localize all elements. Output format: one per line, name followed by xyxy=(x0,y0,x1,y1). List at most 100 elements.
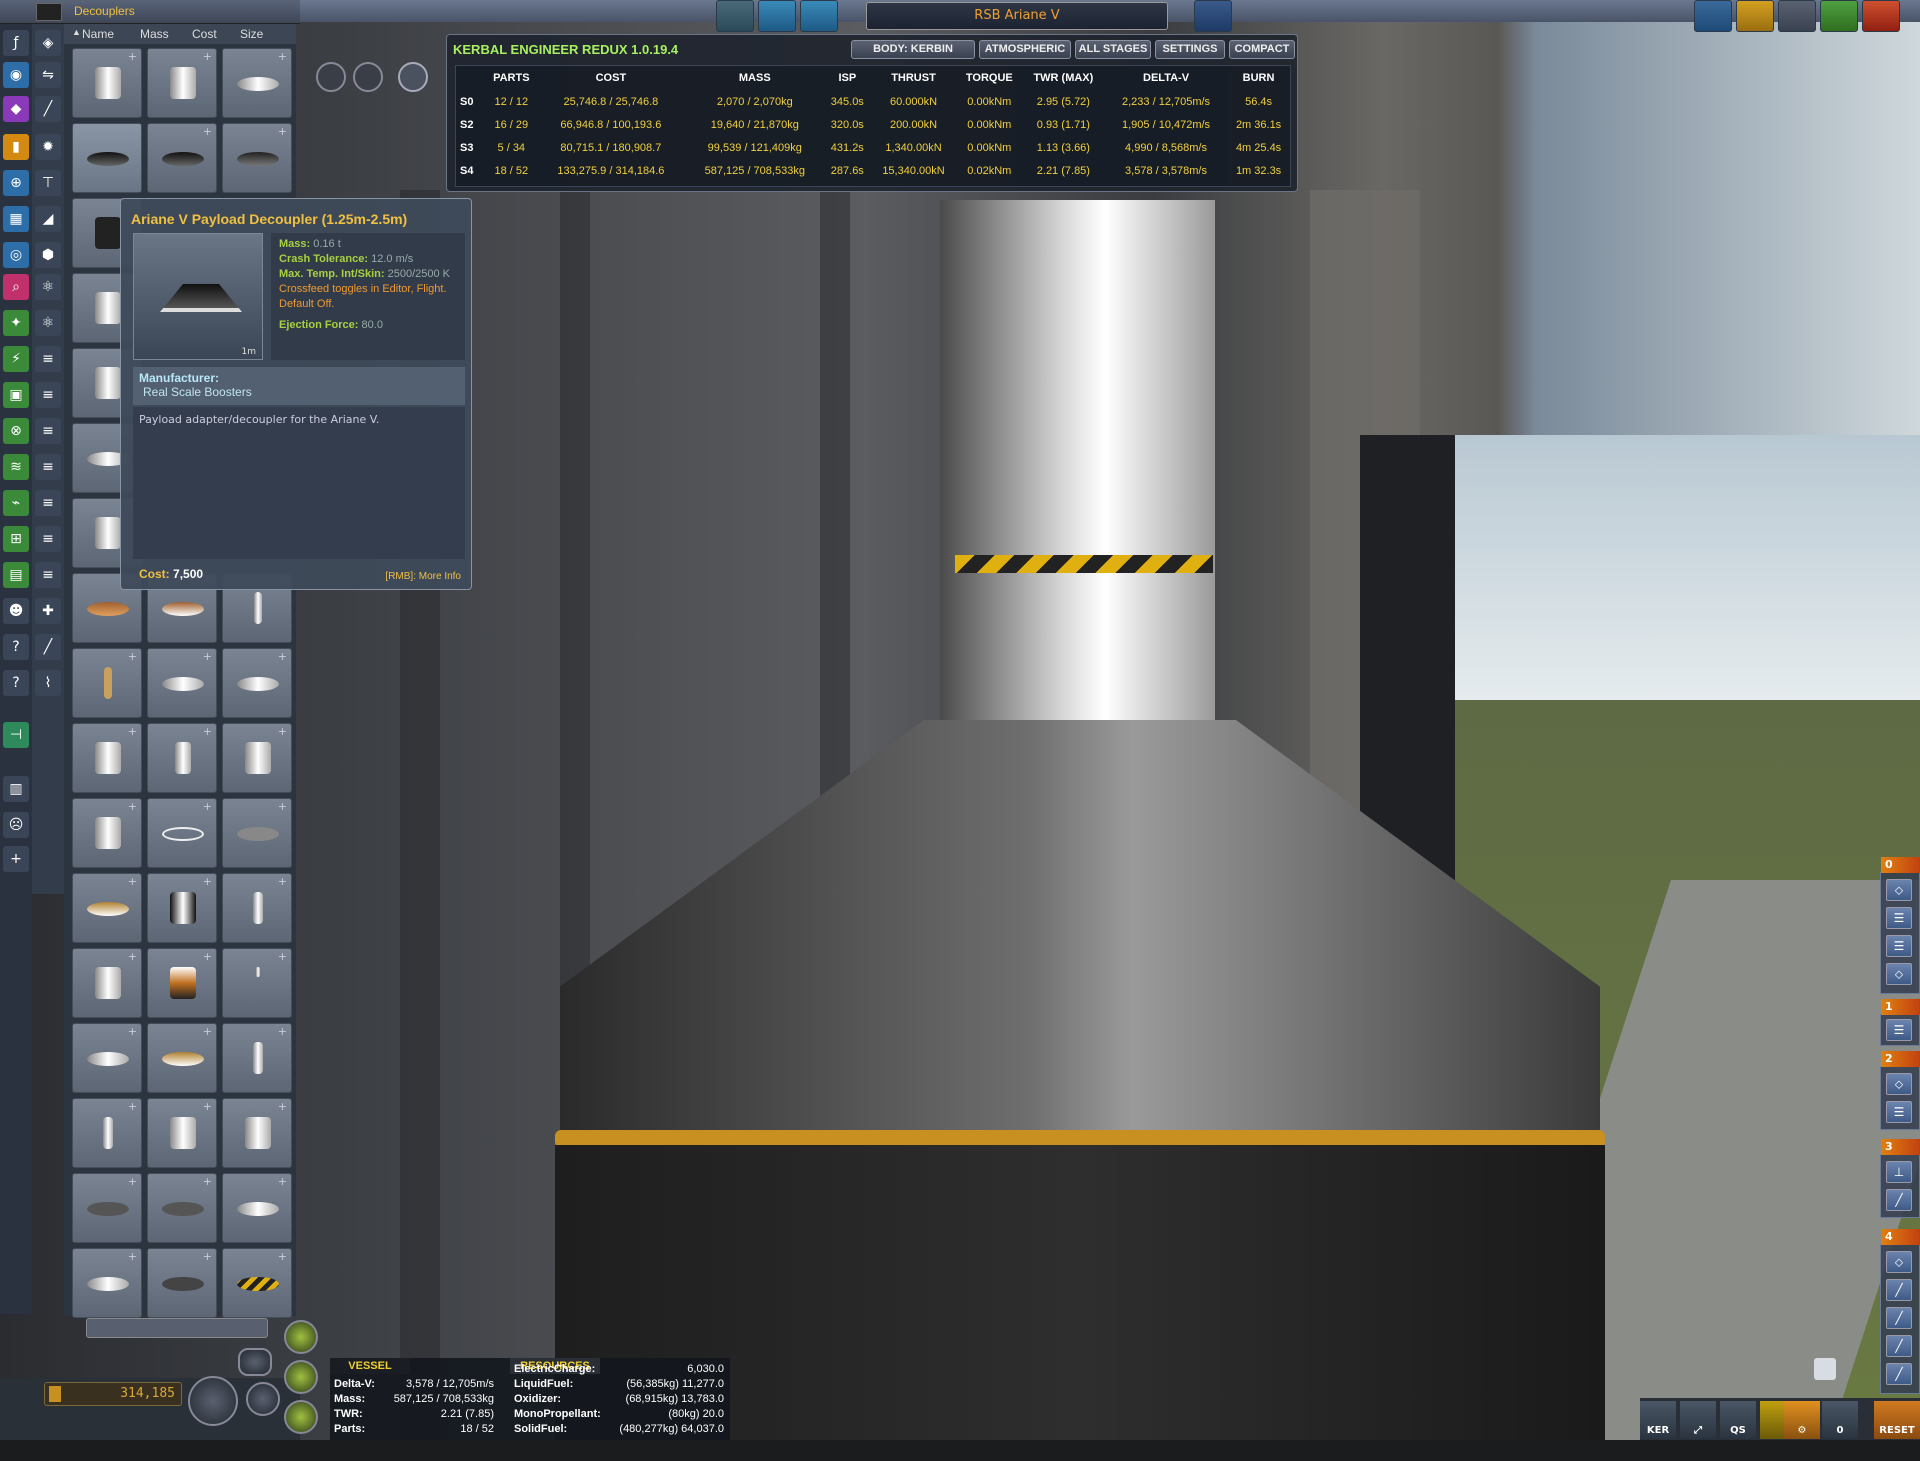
antenna-icon[interactable]: ⌇ xyxy=(35,670,61,696)
part-cell[interactable]: + xyxy=(72,798,142,868)
part-cell[interactable]: + xyxy=(147,123,217,193)
probe-icon[interactable]: ╱ xyxy=(35,634,61,660)
booster-stage-icon[interactable]: ╱ xyxy=(1886,1335,1912,1357)
sort-name[interactable]: Name xyxy=(82,27,114,41)
stack-icon[interactable]: ≡ xyxy=(35,418,61,444)
stage-group-2[interactable]: 2 ⬦ ☰ xyxy=(1880,1051,1920,1130)
part-cell[interactable]: + xyxy=(147,48,217,118)
part-cell[interactable]: + xyxy=(147,1023,217,1093)
part-cell[interactable]: + xyxy=(72,948,142,1018)
part-cell[interactable]: + xyxy=(222,723,292,793)
part-cell[interactable]: + xyxy=(222,1173,292,1243)
fin-icon[interactable]: ◢ xyxy=(35,206,61,232)
part-cell[interactable]: + xyxy=(147,1173,217,1243)
thermal-filter-icon[interactable]: ≋ xyxy=(3,454,29,480)
fast-forward-icon[interactable] xyxy=(238,1348,272,1376)
ker-settings-button[interactable]: SETTINGS xyxy=(1155,40,1225,59)
part-cell[interactable]: + xyxy=(147,873,217,943)
building-filter-icon[interactable]: ▥ xyxy=(3,776,29,802)
pods-filter-icon[interactable]: ◉ xyxy=(3,62,29,88)
function-filter-icon[interactable]: ƒ xyxy=(3,30,29,56)
lift-overlay-icon[interactable] xyxy=(284,1400,318,1434)
booster-stage-icon[interactable]: ╱ xyxy=(1886,1307,1912,1329)
decoupler-stage-icon[interactable]: ☰ xyxy=(1886,907,1912,929)
part-cell[interactable]: + xyxy=(222,1023,292,1093)
ker-all-stages-button[interactable]: ALL STAGES xyxy=(1075,40,1151,59)
collapse-icon[interactable] xyxy=(36,3,62,21)
part-cell[interactable]: + xyxy=(72,1173,142,1243)
ker-atmospheric-button[interactable]: ATMOSPHERIC xyxy=(979,40,1071,59)
part-cell[interactable]: + xyxy=(147,1098,217,1168)
stack-icon[interactable]: ≡ xyxy=(35,562,61,588)
booster-stage-icon[interactable]: ╱ xyxy=(1886,1363,1912,1385)
part-cell[interactable]: + xyxy=(72,723,142,793)
thrust-overlay-icon[interactable] xyxy=(284,1360,318,1394)
pin-icon[interactable]: ◈ xyxy=(35,30,61,56)
part-cell-selected[interactable] xyxy=(72,123,142,193)
engine-stage-icon[interactable]: ⊥ xyxy=(1886,1161,1912,1183)
tools-icon[interactable] xyxy=(758,0,796,32)
ship-name-field[interactable]: RSB Ariane V xyxy=(866,2,1168,30)
stage-group-1[interactable]: 1 ☰ xyxy=(1880,999,1920,1046)
part-cell[interactable]: + xyxy=(147,648,217,718)
ground-filter-icon[interactable]: ⊞ xyxy=(3,526,29,552)
gear-icon[interactable]: ⚙ xyxy=(1784,1401,1820,1439)
engine-stage-icon[interactable]: ⬦ xyxy=(1886,1073,1912,1095)
stage-group-0[interactable]: 0 ⬦ ☰ ☰ ⬦ xyxy=(1880,857,1920,994)
launch-icon[interactable] xyxy=(1820,0,1858,32)
stack-icon[interactable]: ≡ xyxy=(35,454,61,480)
utility-filter-icon[interactable]: ⌕ xyxy=(3,274,29,300)
part-cell[interactable]: + xyxy=(72,1023,142,1093)
part-cell[interactable]: + xyxy=(222,948,292,1018)
part-cell[interactable]: + xyxy=(147,798,217,868)
atom-icon[interactable]: ⚛ xyxy=(35,310,61,336)
part-cell[interactable]: + xyxy=(222,1098,292,1168)
save-craft-icon[interactable] xyxy=(1778,0,1816,32)
engine-stage-icon[interactable]: ⬦ xyxy=(1886,1251,1912,1273)
trash-icon[interactable] xyxy=(1814,1358,1836,1380)
editor-mode-icon[interactable] xyxy=(716,0,754,32)
resize-icon[interactable]: ⤢ xyxy=(1680,1401,1716,1439)
stack-icon[interactable]: ≡ xyxy=(35,346,61,372)
payload-filter-icon[interactable]: ▣ xyxy=(3,382,29,408)
part-cell[interactable]: + xyxy=(222,798,292,868)
ker-compact-button[interactable]: COMPACT xyxy=(1229,40,1295,59)
part-cell[interactable]: + xyxy=(72,873,142,943)
part-search-input[interactable] xyxy=(86,1318,268,1338)
fuel-filter-icon[interactable]: ◆ xyxy=(3,96,29,122)
part-cell[interactable]: + xyxy=(72,1248,142,1318)
electrical-filter-icon[interactable]: ⚡ xyxy=(3,346,29,372)
decoupler-stage-icon[interactable]: ☰ xyxy=(1886,1101,1912,1123)
decoupler-stage-icon[interactable]: ⬦ xyxy=(1886,963,1912,985)
squad-filter-icon[interactable]: ☻ xyxy=(3,598,29,624)
wrench-icon[interactable]: ╱ xyxy=(35,96,61,122)
part-cell[interactable]: + xyxy=(222,48,292,118)
commnet-icon[interactable]: 0 xyxy=(1822,1401,1858,1439)
decoupler-stage-icon[interactable]: ⬦ xyxy=(1886,879,1912,901)
reset-button[interactable]: RESET xyxy=(1874,1401,1920,1439)
part-cell[interactable]: + xyxy=(147,948,217,1018)
part-cell[interactable]: + xyxy=(222,1248,292,1318)
stack-icon[interactable]: ≡ xyxy=(35,382,61,408)
vessel-tab[interactable]: VESSEL xyxy=(330,1358,410,1374)
reference-frame-icon[interactable] xyxy=(398,62,428,92)
cargo-filter-icon[interactable]: ▤ xyxy=(3,562,29,588)
engine-filter-icon[interactable]: ▮ xyxy=(3,134,29,160)
part-cell[interactable]: + xyxy=(72,1098,142,1168)
part-cell[interactable]: + xyxy=(72,648,142,718)
satellite-icon[interactable]: ✚ xyxy=(35,598,61,624)
crew-icon[interactable] xyxy=(800,0,838,32)
unknown-filter-icon[interactable]: ? xyxy=(3,634,29,660)
decoupler-stage-icon[interactable]: ☰ xyxy=(1886,935,1912,957)
qs-app-icon[interactable]: QS xyxy=(1720,1401,1756,1439)
part-cell[interactable]: + xyxy=(72,48,142,118)
sort-mass[interactable]: Mass xyxy=(140,27,169,41)
subassembly-filter-icon[interactable]: ⊣ xyxy=(3,722,29,748)
wheel-filter-icon[interactable]: ⊗ xyxy=(3,418,29,444)
strut-icon[interactable]: ⊤ xyxy=(35,170,61,196)
aero-filter-icon[interactable]: ◎ xyxy=(3,242,29,268)
ker-app-icon[interactable]: KER xyxy=(1640,1401,1676,1439)
esa-flag-icon[interactable] xyxy=(1194,0,1232,32)
load-craft-icon[interactable] xyxy=(1736,0,1774,32)
sort-size[interactable]: Size xyxy=(240,27,263,41)
